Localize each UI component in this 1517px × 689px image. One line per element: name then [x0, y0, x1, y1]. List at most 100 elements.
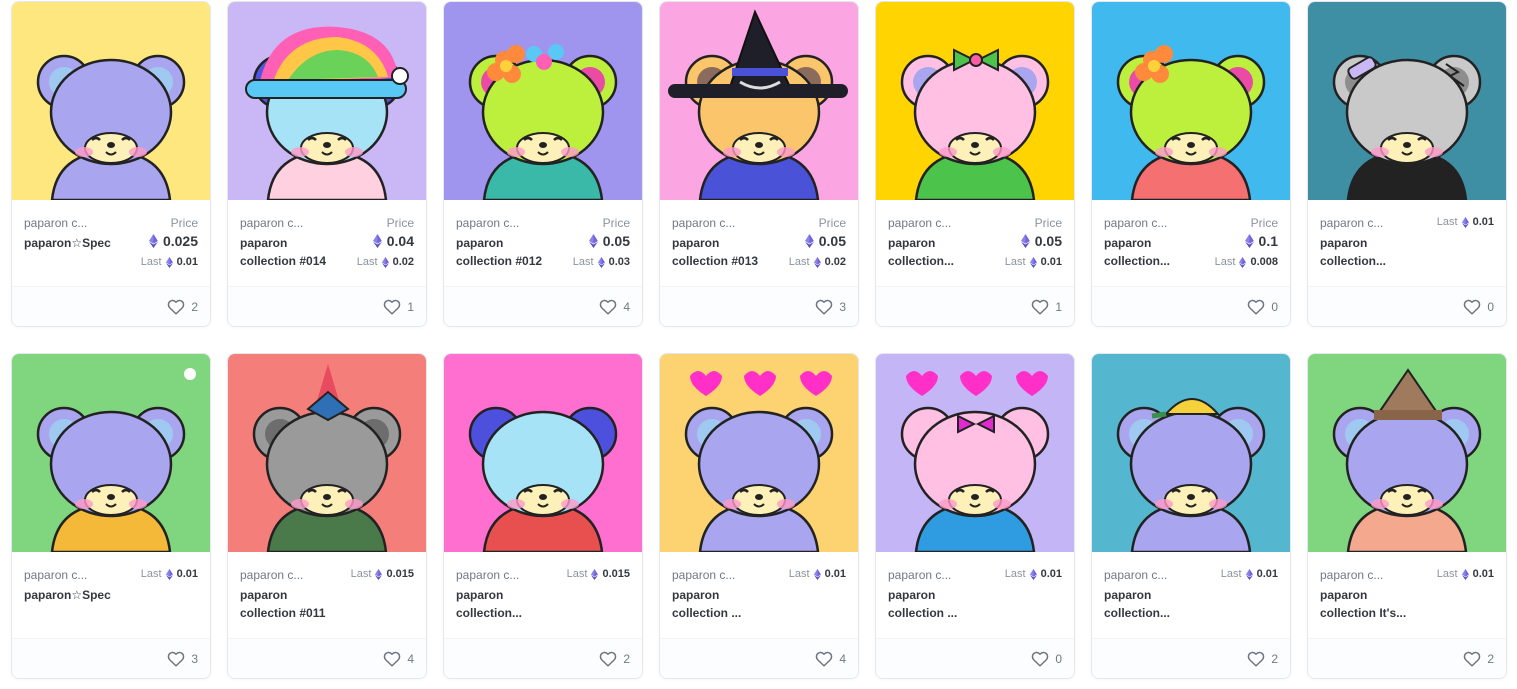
item-name[interactable]: paparon collection...: [888, 234, 992, 270]
card-info: paparon c... paparon collection... Last 0.01: [1308, 200, 1506, 286]
favorite-button[interactable]: 3: [167, 651, 198, 667]
collection-name[interactable]: paparon c...: [1104, 568, 1184, 582]
favorite-button[interactable]: 4: [599, 299, 630, 315]
ethereum-icon: [1245, 568, 1253, 580]
collection-name[interactable]: paparon c...: [24, 216, 104, 230]
favorite-button[interactable]: 4: [815, 651, 846, 667]
nft-image[interactable]: [12, 354, 210, 552]
collection-name[interactable]: paparon c...: [888, 568, 968, 582]
nft-image[interactable]: [1308, 2, 1506, 200]
heart-icon: [168, 299, 185, 315]
collection-name[interactable]: paparon c...: [456, 216, 536, 230]
current-price: 0.05: [588, 233, 630, 249]
favorite-button[interactable]: 3: [815, 299, 846, 315]
nft-image[interactable]: [1092, 2, 1290, 200]
favorite-count: 0: [1487, 300, 1494, 314]
collection-name[interactable]: paparon c...: [240, 216, 320, 230]
nft-card[interactable]: paparon c... paparon☆Spec Last 0.01 3: [11, 353, 211, 679]
nft-artwork: [228, 2, 426, 200]
item-name[interactable]: paparon collection ...: [672, 586, 776, 622]
nft-card[interactable]: paparon c... paparon collection... Price 0.0…: [875, 1, 1075, 327]
favorite-button[interactable]: 0: [1463, 299, 1494, 315]
favorite-button[interactable]: 1: [383, 299, 414, 315]
item-name[interactable]: paparon collection ...: [888, 586, 992, 622]
item-name[interactable]: paparon collection...: [1104, 586, 1208, 622]
favorite-button[interactable]: 0: [1247, 299, 1278, 315]
last-sale-label: Last: [140, 256, 162, 268]
collection-name[interactable]: paparon c...: [672, 568, 752, 582]
nft-artwork: [1308, 2, 1506, 200]
favorite-button[interactable]: 2: [1463, 651, 1494, 667]
nft-card[interactable]: paparon c... paparon collection It's... Las…: [1307, 353, 1507, 679]
item-name-line: paparon☆Spec: [24, 236, 111, 250]
item-name[interactable]: paparon☆Spec: [24, 234, 128, 252]
nft-image[interactable]: [228, 2, 426, 200]
nft-card[interactable]: paparon c... paparon collection #011 Last 0.…: [227, 353, 427, 679]
last-sale: Last 0.01: [789, 568, 846, 580]
favorite-button[interactable]: 1: [1031, 299, 1062, 315]
nft-image[interactable]: [876, 2, 1074, 200]
item-name-line: collection ...: [672, 606, 742, 620]
collection-name[interactable]: paparon c...: [1104, 216, 1184, 230]
item-name[interactable]: paparon collection...: [456, 586, 560, 622]
collection-name[interactable]: paparon c...: [24, 568, 104, 582]
price-label: Price: [170, 216, 198, 230]
nft-card[interactable]: paparon c... paparon collection... Last 0.01…: [443, 353, 643, 679]
item-name[interactable]: paparon collection It's...: [1320, 586, 1424, 622]
nft-card[interactable]: paparon c... paparon collection #013 Price 0…: [659, 1, 859, 327]
heart-icon: [1248, 299, 1265, 315]
favorite-count: 2: [623, 652, 630, 666]
item-name[interactable]: paparon☆Spec: [24, 586, 128, 604]
favorite-button[interactable]: 2: [599, 651, 630, 667]
item-name[interactable]: paparon collection #011: [240, 586, 344, 622]
favorite-count: 2: [191, 300, 198, 314]
nft-card[interactable]: paparon c... paparon collection... Price 0.1…: [1091, 1, 1291, 327]
nft-card[interactable]: paparon c... paparon collection... Last 0.01…: [1307, 1, 1507, 327]
nft-image[interactable]: [12, 2, 210, 200]
collection-name[interactable]: paparon c...: [1320, 568, 1400, 582]
nft-image[interactable]: [660, 354, 858, 552]
nft-image[interactable]: [876, 354, 1074, 552]
nft-image[interactable]: [444, 354, 642, 552]
last-sale-value: 0.015: [602, 568, 630, 580]
nft-card[interactable]: paparon c... paparon collection #012 Price 0…: [443, 1, 643, 327]
nft-image[interactable]: [660, 2, 858, 200]
ethereum-icon: [813, 568, 821, 580]
favorite-button[interactable]: 0: [1031, 651, 1062, 667]
favorite-button[interactable]: 4: [383, 651, 414, 667]
item-name[interactable]: paparon collection...: [1320, 234, 1424, 270]
nft-card[interactable]: paparon c... paparon collection #014 Price 0…: [227, 1, 427, 327]
current-price: 0.1: [1244, 233, 1278, 249]
item-name[interactable]: paparon collection #014: [240, 234, 344, 270]
nft-card[interactable]: paparon c... paparon☆Spec Price 0.025 Last 0.…: [11, 1, 211, 327]
nft-image[interactable]: [228, 354, 426, 552]
item-name[interactable]: paparon collection #013: [672, 234, 776, 270]
collection-name[interactable]: paparon c...: [1320, 216, 1400, 230]
collection-name[interactable]: paparon c...: [240, 568, 320, 582]
last-sale: Last 0.03: [573, 256, 630, 268]
favorite-button[interactable]: 2: [1247, 651, 1278, 667]
card-info: paparon c... paparon collection... Last 0.01…: [444, 552, 642, 638]
card-info: paparon c... paparon collection... Price 0.0…: [876, 200, 1074, 286]
collection-name[interactable]: paparon c...: [888, 216, 968, 230]
collection-name[interactable]: paparon c...: [456, 568, 536, 582]
item-name-line: paparon: [1104, 588, 1152, 602]
nft-image[interactable]: [1092, 354, 1290, 552]
nft-card[interactable]: paparon c... paparon collection ... Last 0.0…: [659, 353, 859, 679]
character: [684, 406, 834, 552]
last-sale: Last 0.01: [141, 568, 198, 580]
last-sale: Last 0.01: [141, 256, 198, 268]
favorite-count: 2: [1271, 652, 1278, 666]
favorite-button[interactable]: 2: [167, 299, 198, 315]
nft-image[interactable]: [444, 2, 642, 200]
nft-image[interactable]: [1308, 354, 1506, 552]
nft-card[interactable]: paparon c... paparon collection... Last 0.01…: [1091, 353, 1291, 679]
item-name[interactable]: paparon collection...: [1104, 234, 1208, 270]
favorite-count: 3: [191, 652, 198, 666]
price-label: Price: [818, 216, 846, 230]
item-name-line: paparon: [888, 236, 936, 250]
item-name[interactable]: paparon collection #012: [456, 234, 560, 270]
collection-name[interactable]: paparon c...: [672, 216, 752, 230]
nft-card[interactable]: paparon c... paparon collection ... Last 0.0…: [875, 353, 1075, 679]
card-info: paparon c... paparon collection It's... Las…: [1308, 552, 1506, 638]
